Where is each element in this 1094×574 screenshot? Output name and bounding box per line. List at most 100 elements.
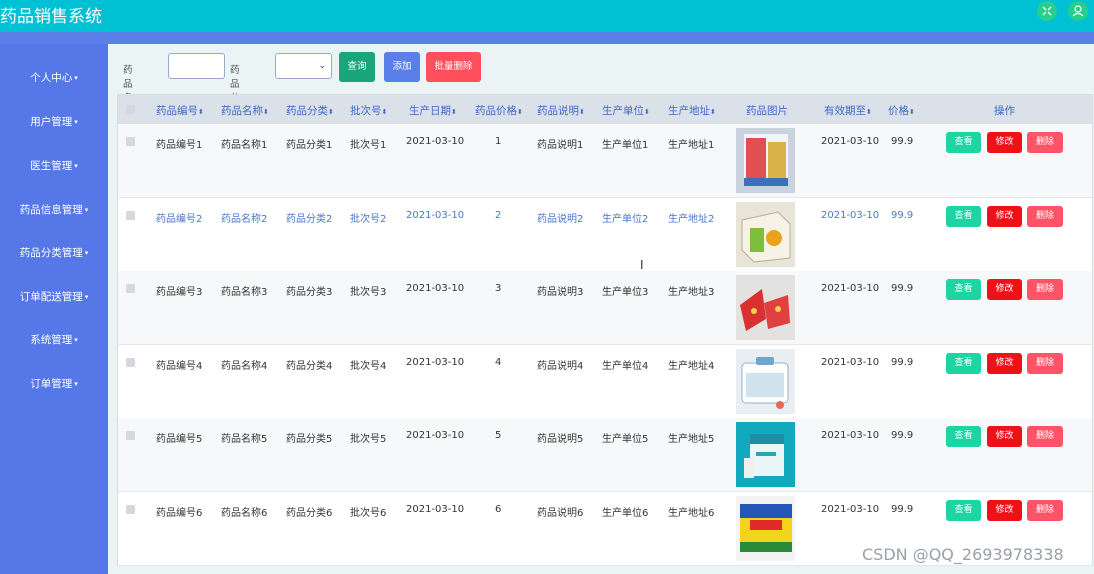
col-label: 药品分类	[286, 105, 328, 117]
col-header-address[interactable]: 生产地址⬍	[668, 103, 716, 118]
cell-expiry: 2021-03-10	[821, 357, 880, 368]
col-label: 药品编号	[156, 105, 198, 117]
cell-category: 药品分类4	[286, 361, 333, 372]
col-header-price[interactable]: 价格⬍	[888, 103, 915, 118]
edit-button[interactable]: 修改	[987, 353, 1022, 374]
edit-button[interactable]: 修改	[987, 206, 1022, 227]
col-header-desc[interactable]: 药品说明⬍	[537, 103, 585, 118]
view-button[interactable]: 查看	[946, 426, 981, 447]
col-header-category[interactable]: 药品分类⬍	[286, 103, 334, 118]
fullscreen-icon[interactable]	[1037, 1, 1057, 21]
row-checkbox[interactable]	[126, 358, 135, 367]
edit-button[interactable]: 修改	[987, 279, 1022, 300]
query-button[interactable]: 查询	[339, 52, 375, 82]
chevron-down-icon: ▾	[74, 162, 78, 170]
batch-delete-button[interactable]: 批量删除	[426, 52, 481, 82]
drug-image	[736, 128, 795, 193]
delete-button[interactable]: 删除	[1027, 279, 1063, 300]
drug-category-select[interactable]: ⌄	[275, 53, 332, 79]
cell-expiry: 2021-03-10	[821, 283, 880, 294]
col-label: 药品名称	[221, 105, 263, 117]
table-row: 药品编号4 药品名称4 药品分类4 批次号4 2021-03-10 4 药品说明…	[118, 345, 1092, 419]
cell-expiry: 2021-03-10	[821, 210, 880, 221]
col-label: 生产单位	[602, 105, 644, 117]
cell-expiry: 2021-03-10	[821, 136, 880, 147]
cell-date: 2021-03-10	[406, 283, 465, 294]
drug-table: 药品编号⬍ 药品名称⬍ 药品分类⬍ 批次号⬍ 生产日期⬍ 药品价格⬍ 药品说明⬍…	[117, 94, 1093, 566]
col-header-name[interactable]: 药品名称⬍	[221, 103, 269, 118]
sidebar-item-label: 订单管理	[30, 378, 73, 390]
app-title: 药品销售系统	[0, 7, 102, 27]
select-all-checkbox[interactable]	[126, 105, 135, 114]
sidebar-item-profile[interactable]: 个人中心 ▾	[0, 70, 108, 85]
col-label: 生产日期	[409, 105, 451, 117]
col-header-date[interactable]: 生产日期⬍	[409, 103, 457, 118]
row-checkbox[interactable]	[126, 211, 135, 220]
cell-batch: 批次号1	[350, 140, 387, 151]
sidebar-item-users[interactable]: 用户管理 ▾	[0, 114, 108, 129]
table-row: 药品编号1 药品名称1 药品分类1 批次号1 2021-03-10 1 药品说明…	[118, 124, 1092, 198]
col-header-batch[interactable]: 批次号⬍	[350, 103, 387, 118]
view-button[interactable]: 查看	[946, 206, 981, 227]
row-checkbox[interactable]	[126, 137, 135, 146]
cell-desc: 药品说明4	[537, 361, 584, 372]
cell-price: 99.9	[891, 136, 914, 147]
view-button[interactable]: 查看	[946, 279, 981, 300]
sort-icon: ⬍	[644, 108, 650, 116]
col-label: 有效期至	[824, 105, 866, 117]
sidebar-item-order-delivery[interactable]: 订单配送管理 ▾	[0, 289, 108, 304]
row-checkbox[interactable]	[126, 431, 135, 440]
cell-address: 生产地址4	[668, 361, 715, 372]
cell-drug-price: 1	[495, 136, 502, 147]
sidebar-item-orders[interactable]: 订单管理 ▾	[0, 376, 108, 391]
edit-button[interactable]: 修改	[987, 132, 1022, 153]
cell-address: 生产地址1	[668, 140, 715, 151]
col-header-code[interactable]: 药品编号⬍	[156, 103, 204, 118]
watermark: CSDN @QQ_2693978338	[862, 545, 1064, 564]
add-button[interactable]: 添加	[384, 52, 420, 82]
sidebar-item-drug-category[interactable]: 药品分类管理 ▾	[0, 245, 108, 260]
sidebar-item-label: 药品分类管理	[19, 247, 83, 259]
col-header-actions: 操作	[994, 105, 1015, 117]
sort-icon: ⬍	[909, 108, 915, 116]
sort-icon: ⬍	[517, 108, 523, 116]
cell-price: 99.9	[891, 283, 914, 294]
row-checkbox[interactable]	[126, 284, 135, 293]
cell-expiry: 2021-03-10	[821, 504, 880, 515]
delete-button[interactable]: 删除	[1027, 132, 1063, 153]
sidebar-item-system[interactable]: 系统管理 ▾	[0, 332, 108, 347]
edit-button[interactable]: 修改	[987, 500, 1022, 521]
cell-name: 药品名称1	[221, 140, 268, 151]
col-header-unit[interactable]: 生产单位⬍	[602, 103, 650, 118]
table-header: 药品编号⬍ 药品名称⬍ 药品分类⬍ 批次号⬍ 生产日期⬍ 药品价格⬍ 药品说明⬍…	[118, 95, 1092, 124]
delete-button[interactable]: 删除	[1027, 206, 1063, 227]
sort-icon: ⬍	[451, 108, 457, 116]
user-icon[interactable]	[1068, 1, 1088, 21]
col-label: 生产地址	[668, 105, 710, 117]
chevron-down-icon: ▾	[84, 293, 89, 301]
cell-name: 药品名称6	[221, 508, 268, 519]
delete-button[interactable]: 删除	[1027, 500, 1063, 521]
edit-button[interactable]: 修改	[987, 426, 1022, 447]
col-header-drug-price[interactable]: 药品价格⬍	[475, 103, 523, 118]
view-button[interactable]: 查看	[946, 132, 981, 153]
cell-date: 2021-03-10	[406, 504, 465, 515]
cell-code: 药品编号6	[156, 508, 203, 519]
delete-button[interactable]: 删除	[1027, 426, 1063, 447]
drug-image	[736, 275, 795, 340]
col-header-expiry[interactable]: 有效期至⬍	[824, 103, 872, 118]
cell-unit: 生产单位2	[602, 214, 649, 225]
cell-code: 药品编号3	[156, 287, 203, 298]
cell-price: 99.9	[891, 430, 914, 441]
view-button[interactable]: 查看	[946, 353, 981, 374]
row-checkbox[interactable]	[126, 505, 135, 514]
view-button[interactable]: 查看	[946, 500, 981, 521]
drug-name-input[interactable]	[168, 53, 225, 79]
delete-button[interactable]: 删除	[1027, 353, 1063, 374]
chevron-down-icon: ▾	[74, 380, 78, 388]
sidebar-item-doctors[interactable]: 医生管理 ▾	[0, 158, 108, 173]
sort-icon: ⬍	[866, 108, 872, 116]
cell-batch: 批次号3	[350, 287, 387, 298]
table-row: 药品编号2 药品名称2 药品分类2 批次号2 2021-03-10 2 药品说明…	[118, 198, 1092, 272]
sidebar-item-drug-info[interactable]: 药品信息管理 ▾	[0, 202, 108, 217]
